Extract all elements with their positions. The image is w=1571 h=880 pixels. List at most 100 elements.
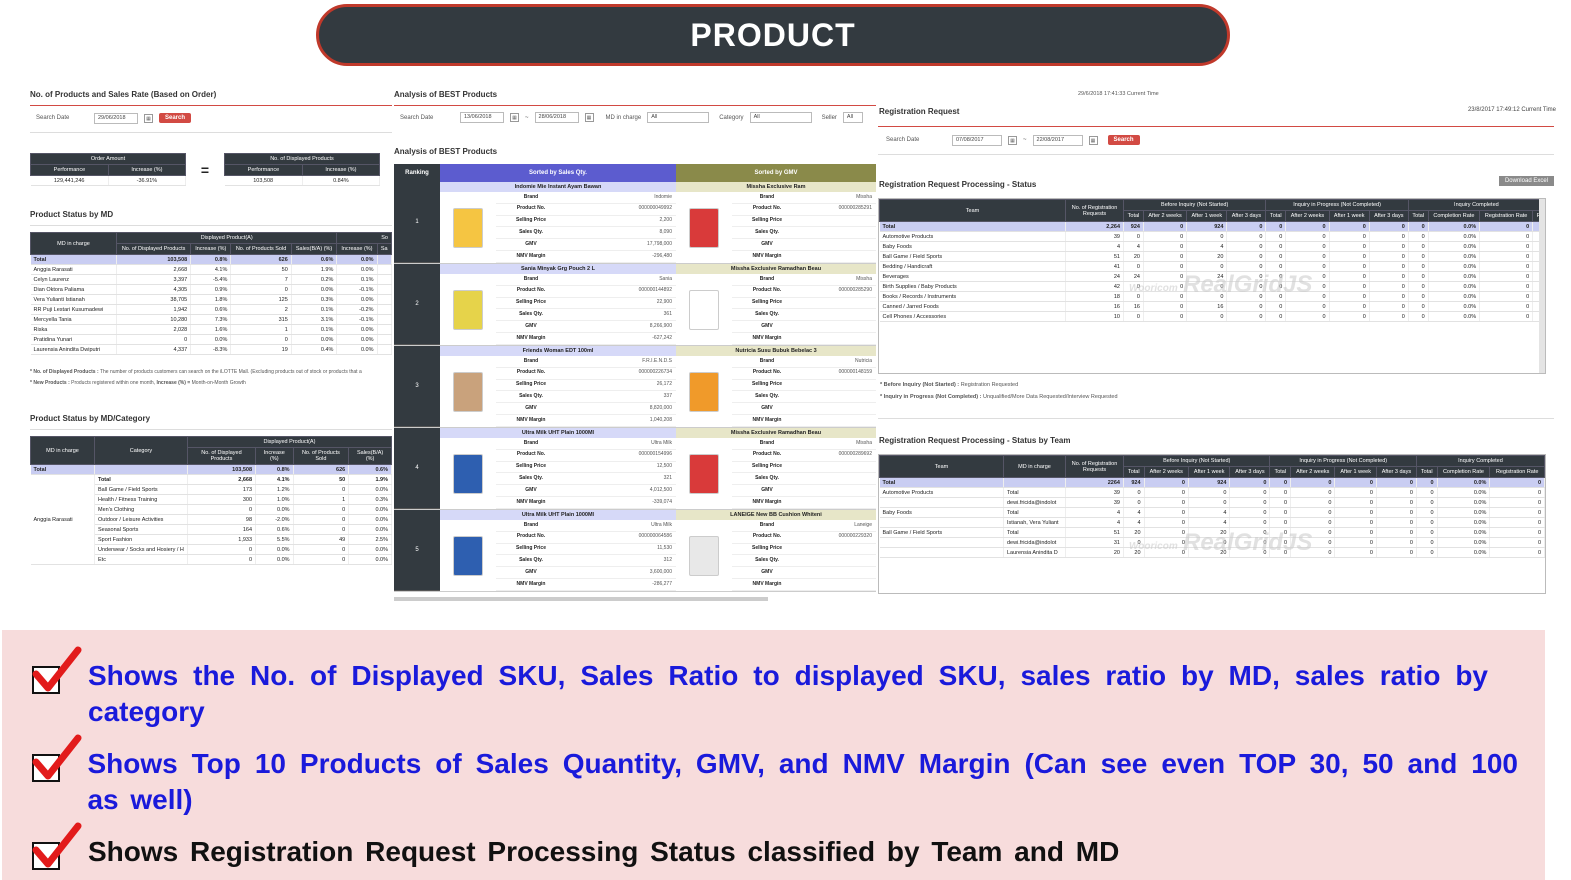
table-row[interactable]: Mercyella Tania 10,280 7.3% 315 3.1% -0.1%: [30, 314, 392, 325]
category-select[interactable]: All: [749, 112, 812, 123]
product-image[interactable]: [440, 274, 496, 345]
table-row[interactable]: Baby Foods Total 4 4 0 4 0 0 0 0 0 0 0.0% 0: [879, 507, 1545, 518]
table-row[interactable]: Beverages 24 24 0 24 0 0 0 0 0 0 0.0% 0: [879, 271, 1545, 282]
attr-label: Product No.: [732, 368, 802, 380]
table-row[interactable]: Total 2,264 924 0 924 0 0 0 0 0 0 0.0% 0: [879, 221, 1545, 232]
table-cell: 0: [1144, 537, 1189, 548]
table-cell: 0.6%: [190, 304, 232, 315]
table-cell: [879, 517, 1004, 528]
product-by-gmv[interactable]: Missha Exclusive Ramadhan Beau Brand Missh…: [676, 264, 876, 345]
table-cell: [377, 304, 392, 315]
table-cell: 0: [1290, 507, 1336, 518]
table-cell: 0.2%: [291, 274, 338, 285]
table-cell: 41: [1065, 261, 1124, 272]
attr-label: Brand: [732, 274, 802, 286]
table-row[interactable]: Vera Yulianti Istianah 38,705 1.8% 125 0.3% 0…: [30, 294, 392, 305]
table-cell: 924: [1123, 221, 1144, 232]
table-row[interactable]: Total 103,508 0.8% 626 0.6% 0.0%: [30, 254, 392, 265]
table-row[interactable]: Riska 2,028 1.6% 1 0.1% 0.0%: [30, 324, 392, 335]
product-image[interactable]: [676, 274, 732, 345]
calendar-icon[interactable]: ▦: [510, 113, 519, 122]
product-image[interactable]: [676, 438, 732, 509]
table-row[interactable]: Istianah, Vera Yuliant 4 4 0 4 0 0 0 0 0 0 0.0% 0: [879, 517, 1545, 528]
product-name: Missha Exclusive Ramadhan Beau: [676, 428, 876, 438]
table-row[interactable]: Anggia Rarasati 2,668 4.1% 50 1.9% 0.0%: [30, 264, 392, 275]
seller-select[interactable]: All: [842, 112, 863, 123]
table-row[interactable]: Laurensia Anindita Dwiputri 4,337 -8.3% 19 0…: [30, 344, 392, 355]
table-row[interactable]: Total 2264 924 0 924 0 0 0 0 0 0 0.0% 0: [879, 477, 1545, 488]
calendar-icon[interactable]: ▦: [1088, 135, 1098, 145]
md-select[interactable]: All: [647, 112, 710, 123]
table-cell: 0: [1408, 231, 1429, 242]
sub-col-header: Total: [1269, 466, 1292, 478]
table-cell: 16: [1186, 301, 1228, 312]
table-row[interactable]: Birth Supplies / Baby Products 42 0 0 0 0 0 0 0 0…: [879, 281, 1545, 292]
product-by-gmv[interactable]: LANEIGE New BB Cushion Whiteni Brand Lanei…: [676, 510, 876, 591]
table-cell: 0: [1408, 311, 1429, 322]
calendar-icon[interactable]: ▦: [584, 113, 594, 122]
table-cell: 0.0%: [190, 334, 232, 345]
table-cell: 0.0%: [1428, 241, 1481, 252]
product-image[interactable]: [440, 192, 496, 263]
table-row[interactable]: Dian Oktora Paliama 4,305 0.9% 0 0.0% -0.1%: [30, 284, 392, 295]
table-cell: 0: [1334, 537, 1377, 548]
table-cell: 0: [1229, 517, 1271, 528]
attr-label: Brand: [496, 192, 566, 204]
attr-value: Ultra Milk: [566, 520, 676, 532]
table-cell: 0.0%: [1437, 477, 1491, 488]
table-cell: 4,337: [116, 344, 192, 355]
table-row[interactable]: Total 103,508 0.8% 626 0.6%: [30, 464, 392, 475]
product-by-qty[interactable]: Ultra Milk UHT Plain 1000Ml Brand Ultra Mi…: [440, 510, 676, 591]
search-bar: Search Date 07/08/2017 ▦ ~ 22/08/2017 ▦ …: [886, 130, 1140, 150]
date-from-input[interactable]: 13/06/2018: [460, 112, 504, 123]
date-from-input[interactable]: 07/08/2017: [952, 134, 1002, 146]
table-row[interactable]: Ball Game / Field Sports Total 51 20 0 20 0 0 0 0…: [879, 527, 1545, 538]
table-row[interactable]: Ball Game / Field Sports 51 20 0 20 0 0 0 0 0 0 0.0…: [879, 251, 1545, 262]
table-row[interactable]: Anggia Rarasati Total 2,668 4.1% 50 1.9%: [30, 474, 392, 565]
table-row[interactable]: dewi.fricida@indolot 39 0 0 0 0 0 0 0 0 0 0.0% 0: [879, 497, 1545, 508]
product-name: LANEIGE New BB Cushion Whiteni: [676, 510, 876, 520]
product-image[interactable]: [676, 192, 732, 263]
table-row[interactable]: Books / Records / Instruments 18 0 0 0 0 0 0 0 0 0…: [879, 291, 1545, 302]
table-row[interactable]: Automotive Products Total 39 0 0 0 0 0 0 0 0 0 0.0% 0: [879, 487, 1545, 498]
download-excel-button[interactable]: Download Excel: [1498, 176, 1554, 186]
table-cell: 0: [1226, 261, 1267, 272]
product-image[interactable]: [676, 520, 732, 591]
product-image[interactable]: [440, 520, 496, 591]
table-row[interactable]: Automotive Products 39 0 0 0 0 0 0 0 0 0 0.0% 0: [879, 231, 1545, 242]
calendar-icon[interactable]: ▦: [144, 113, 153, 123]
product-by-gmv[interactable]: Nutricia Susu Bubuk Bebelac 3 Brand Nutric…: [676, 346, 876, 427]
table-row[interactable]: RR Puji Lestari Kusumadewi 1,942 0.6% 2 0.1%…: [30, 304, 392, 315]
table-row[interactable]: Canned / Jarred Foods 16 16 0 16 0 0 0 0 0 0 0.0% 0: [879, 301, 1545, 312]
table-cell: 20: [1186, 251, 1228, 262]
table-cell: 0: [1290, 497, 1336, 508]
vertical-scrollbar[interactable]: [1539, 199, 1545, 373]
calendar-icon[interactable]: ▦: [1008, 135, 1017, 145]
product-by-qty[interactable]: Ultra Milk UHT Plain 1000Ml Brand Ultra Mi…: [440, 428, 676, 509]
product-by-gmv[interactable]: Missha Exclusive Ramadhan Beau Brand Missh…: [676, 428, 876, 509]
product-by-gmv[interactable]: Missha Exclusive Ram Brand Missha Product N…: [676, 182, 876, 263]
product-by-qty[interactable]: Friends Woman EDT 100ml Brand F.R.I.E.N.D.…: [440, 346, 676, 427]
search-date-input[interactable]: 29/06/2018: [94, 112, 138, 124]
date-to-input[interactable]: 28/06/2018: [534, 112, 579, 123]
table-row[interactable]: dewi.fricida@indolot 31 0 0 0 0 0 0 0 0 0 0.0% 0: [879, 537, 1545, 548]
table-cell: 0: [1285, 241, 1330, 252]
search-button[interactable]: Search: [1107, 135, 1140, 145]
table-row[interactable]: Bedding / Handicraft 41 0 0 0 0 0 0 0 0 0 0.0% 0: [879, 261, 1545, 272]
table-row[interactable]: Laurensia Anindita D 20 20 0 20 0 0 0 0 0 0 0.0% 0: [879, 547, 1545, 558]
product-by-qty[interactable]: Sania Minyak Grg Pouch 2 L Brand Sania Prod…: [440, 264, 676, 345]
date-to-input[interactable]: 22/08/2017: [1032, 134, 1083, 146]
product-image[interactable]: [676, 356, 732, 427]
product-image[interactable]: [440, 356, 496, 427]
horizontal-scrollbar[interactable]: [394, 597, 768, 601]
table-row[interactable]: Pratidina Yunari 0 0.0% 0 0.0% 0.0%: [30, 334, 392, 345]
attr-label: GMV: [732, 239, 802, 252]
table-cell: 4.1%: [190, 264, 232, 275]
table-row[interactable]: Celyn Laurenz 3,397 -5.4% 7 0.2% 0.1%: [30, 274, 392, 285]
table-cell: Total: [879, 221, 1066, 232]
table-row[interactable]: Cell Phones / Accessories 10 0 0 0 0 0 0 0 0 0 0.0%…: [879, 311, 1545, 322]
product-image[interactable]: [440, 438, 496, 509]
table-row[interactable]: Baby Foods 4 4 0 4 0 0 0 0 0 0 0.0% 0: [879, 241, 1545, 252]
product-by-qty[interactable]: Indomie Mie Instant Ayam Bawan Brand Indom…: [440, 182, 676, 263]
search-button[interactable]: Search: [159, 113, 192, 123]
